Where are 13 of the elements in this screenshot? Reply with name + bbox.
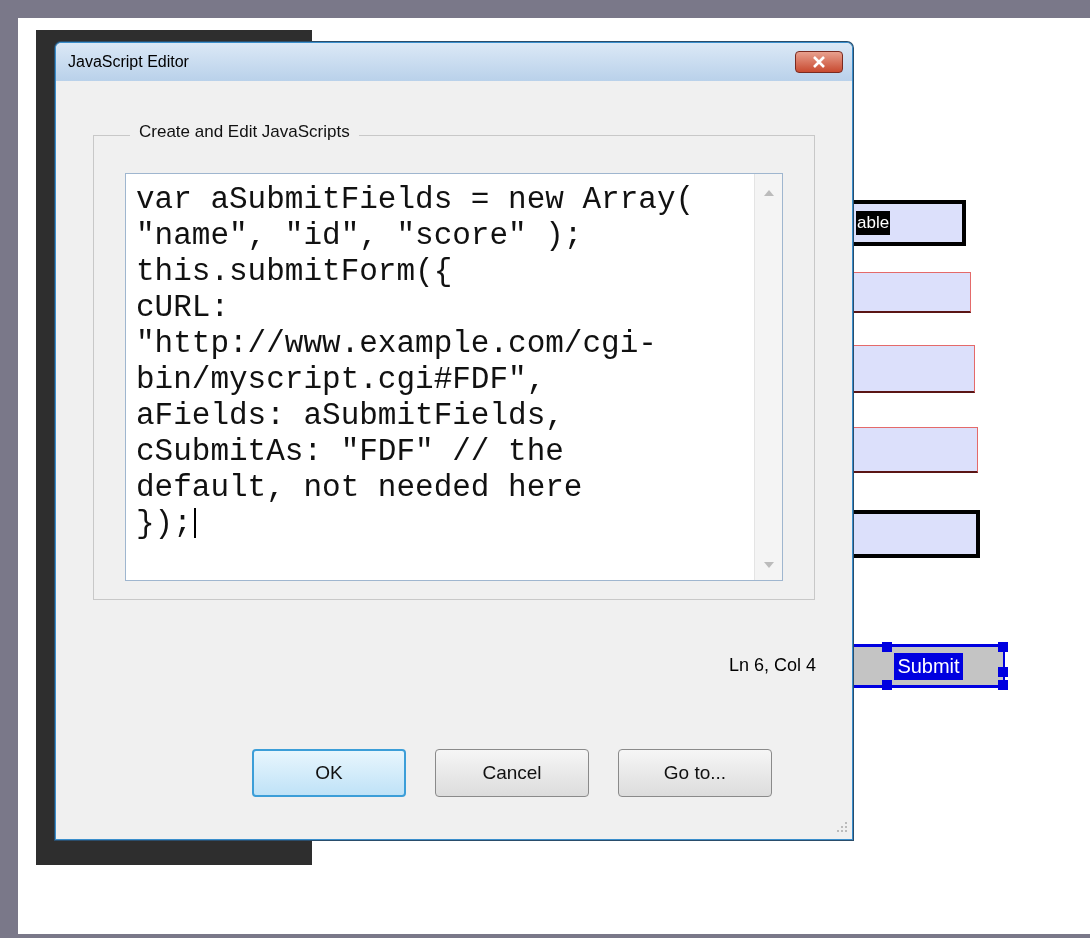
code-editor[interactable] <box>125 173 783 581</box>
code-text: var aSubmitFields = new Array( "name", "id", "score" ); this.submitForm({ cURL: "http://www.example.com/cgi- bin/myscript.cgi#FDF", aFields: aSubmitFields, cSubmitAs: "FDF" // the default, not needed here }); <box>135 181 696 543</box>
cursor-position: Ln 6, Col 4 <box>728 655 816 676</box>
group-label: Create and Edit JavaScripts <box>130 122 359 142</box>
resize-grip-icon[interactable] <box>836 821 848 833</box>
dialog-button[interactable]: Cancel <box>435 749 589 797</box>
close-button[interactable] <box>795 51 843 73</box>
close-icon <box>812 56 826 68</box>
dialog-button[interactable]: OK <box>252 749 406 797</box>
window-title: JavaScript Editor <box>68 53 189 71</box>
text-cursor <box>193 508 196 538</box>
dialog-button[interactable]: Go to... <box>618 749 772 797</box>
field-value: able <box>856 211 891 235</box>
